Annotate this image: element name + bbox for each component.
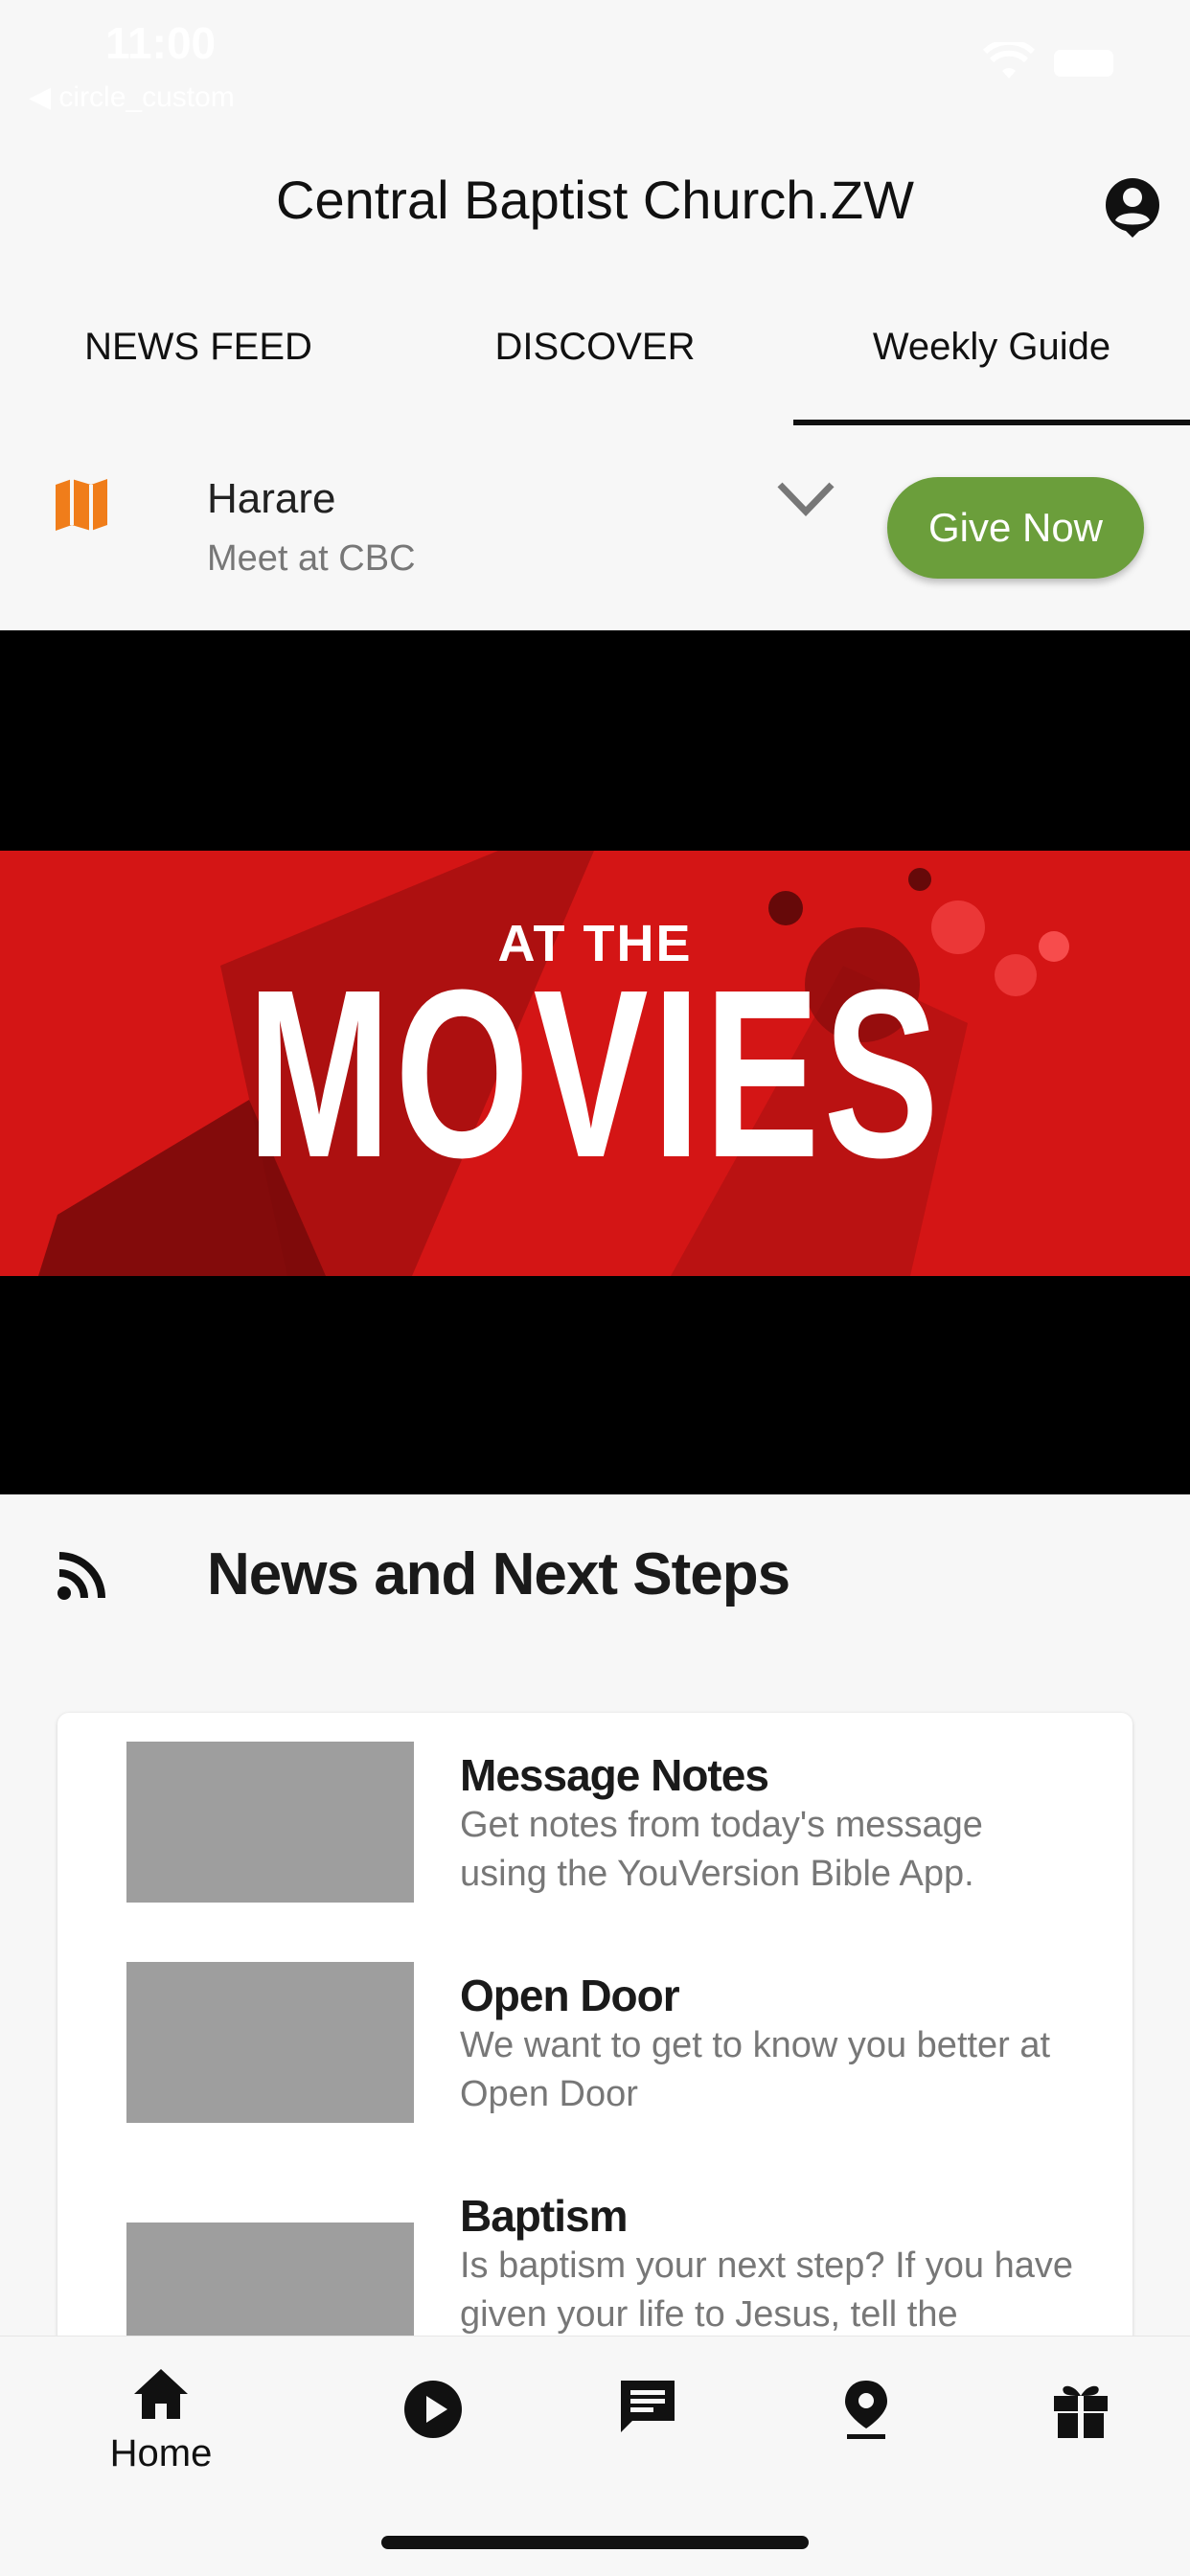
- wifi-icon: [983, 42, 1035, 79]
- chevron-down-icon[interactable]: [776, 479, 835, 517]
- chat-icon[interactable]: [617, 2377, 678, 2438]
- message-notes-description: Get notes from today's message using the…: [460, 1805, 983, 1894]
- message-notes-title[interactable]: Message Notes: [460, 1749, 769, 1801]
- baptism-description: Is baptism your next step? If you have g…: [460, 2245, 1074, 2335]
- section-title: News and Next Steps: [207, 1541, 790, 1607]
- back-to-app-link[interactable]: ◀ circle_custom: [29, 80, 235, 114]
- map-icon: [56, 479, 107, 531]
- rss-icon: [57, 1552, 105, 1600]
- open-door-title[interactable]: Open Door: [460, 1970, 680, 2021]
- active-tab-indicator: [793, 420, 1190, 425]
- profile-icon[interactable]: [1104, 176, 1161, 238]
- open-door-thumbnail[interactable]: [126, 1962, 414, 2123]
- tab-discover[interactable]: DISCOVER: [397, 326, 793, 369]
- home-icon[interactable]: [130, 2363, 192, 2425]
- location-name: Harare: [207, 475, 336, 522]
- tab-weekly-guide[interactable]: Weekly Guide: [793, 326, 1190, 369]
- page-title: Central Baptist Church.ZW: [276, 170, 914, 230]
- hero-title: MOVIES: [246, 940, 944, 1207]
- nav-home-label[interactable]: Home: [84, 2432, 238, 2475]
- message-notes-thumbnail[interactable]: [126, 1742, 414, 1903]
- home-indicator: [381, 2536, 809, 2549]
- status-bar: 11:00 ◀ circle_custom: [0, 0, 1190, 125]
- baptism-title[interactable]: Baptism: [460, 2190, 628, 2242]
- status-time: 11:00: [105, 18, 217, 68]
- gift-icon[interactable]: [1050, 2379, 1111, 2440]
- give-now-button[interactable]: Give Now: [887, 477, 1144, 579]
- play-icon[interactable]: [402, 2379, 464, 2440]
- location-subtitle: Meet at CBC: [207, 538, 416, 579]
- location-pin-icon[interactable]: [835, 2379, 897, 2440]
- open-door-description: We want to get to know you better at Ope…: [460, 2025, 1051, 2114]
- bottom-nav: Home: [0, 2336, 1190, 2576]
- hero-banner[interactable]: AT THE MOVIES: [0, 630, 1190, 1494]
- battery-icon: [1054, 50, 1113, 77]
- tab-news-feed[interactable]: NEWS FEED: [0, 326, 397, 369]
- hero-image: AT THE MOVIES: [0, 851, 1190, 1276]
